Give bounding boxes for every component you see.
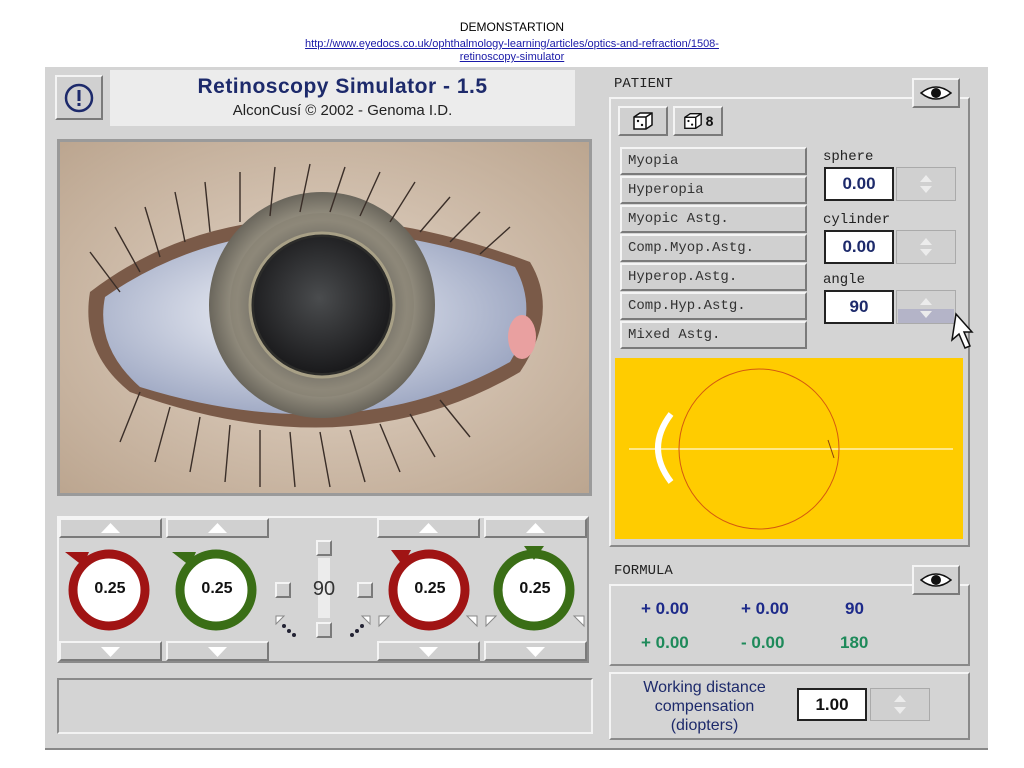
axis-value: 90 xyxy=(312,578,336,600)
app-title-panel: Retinoscopy Simulator - 1.5 AlconCusí © … xyxy=(110,70,575,126)
status-area xyxy=(57,678,593,734)
source-link-line-2[interactable]: retinoscopy-simulator xyxy=(0,51,1024,64)
up-down-arrows-icon xyxy=(920,238,932,256)
numbered-patient-button[interactable]: 8 xyxy=(673,106,723,136)
patient-number: 8 xyxy=(705,113,714,129)
lens3-up-button[interactable] xyxy=(377,518,480,538)
diagnosis-comp-hyp-astg[interactable]: Comp.Hyp.Astg. xyxy=(620,292,807,320)
dice-icon xyxy=(633,112,653,130)
triangle-down-icon xyxy=(208,647,227,657)
working-distance-label: Working distance compensation (diopters) xyxy=(643,679,766,734)
up-down-arrows-icon xyxy=(920,175,932,193)
triangle-down-icon xyxy=(419,647,438,657)
working-distance-stepper[interactable] xyxy=(870,688,930,721)
lens1-up-button[interactable] xyxy=(59,518,162,538)
exclamation-circle-icon xyxy=(64,83,94,112)
axis-right-button[interactable] xyxy=(357,582,373,598)
axis-left-button[interactable] xyxy=(275,582,291,598)
lens1-dial[interactable]: 0.25 xyxy=(59,540,162,640)
angle-label: angle xyxy=(823,272,866,288)
lens3-dial[interactable]: 0.25 xyxy=(377,540,480,640)
lens2-value: 0.25 xyxy=(201,580,233,597)
eye-diagram-drawing xyxy=(629,368,953,530)
sphere-label: sphere xyxy=(823,149,874,165)
lens4-dial[interactable]: 0.25 xyxy=(484,540,587,640)
demo-title: DEMONSTARTION xyxy=(459,20,565,34)
diagnosis-myopic-astg[interactable]: Myopic Astg. xyxy=(620,205,807,233)
working-distance-field[interactable]: 1.00 xyxy=(797,688,867,721)
lens4-up-button[interactable] xyxy=(484,518,587,538)
lens3-down-button[interactable] xyxy=(377,641,480,661)
lens2-down-button[interactable] xyxy=(166,641,269,661)
eye-diagram xyxy=(615,358,963,539)
axis-control: 90 xyxy=(272,540,376,640)
up-down-arrows-icon xyxy=(894,695,906,714)
eye-icon xyxy=(920,86,952,100)
triangle-up-icon xyxy=(101,523,120,533)
dice-icon xyxy=(683,113,702,129)
diagnosis-comp-myop-astg[interactable]: Comp.Myop.Astg. xyxy=(620,234,807,262)
cylinder-label: cylinder xyxy=(823,212,891,228)
cylinder-stepper[interactable] xyxy=(896,230,956,264)
axis-up-button[interactable] xyxy=(316,540,332,556)
app-title: Retinoscopy Simulator - 1.5 xyxy=(197,75,488,98)
patient-label: PATIENT xyxy=(614,76,673,92)
triangle-down-icon xyxy=(526,647,545,657)
rotate-right-icon[interactable] xyxy=(348,614,372,638)
lens1-value: 0.25 xyxy=(94,580,126,597)
angle-field[interactable]: 90 xyxy=(824,290,894,324)
formula-label: FORMULA xyxy=(614,563,673,579)
patient-show-button[interactable] xyxy=(912,78,960,108)
info-button[interactable] xyxy=(55,75,103,120)
lens2-up-button[interactable] xyxy=(166,518,269,538)
lens1-down-button[interactable] xyxy=(59,641,162,661)
diagnosis-myopia[interactable]: Myopia xyxy=(620,147,807,175)
diagnosis-hyperopia[interactable]: Hyperopia xyxy=(620,176,807,204)
random-patient-button[interactable] xyxy=(618,106,668,136)
lens4-down-button[interactable] xyxy=(484,641,587,661)
diagnosis-mixed-astg[interactable]: Mixed Astg. xyxy=(620,321,807,349)
cylinder-field[interactable]: 0.00 xyxy=(824,230,894,264)
triangle-up-icon xyxy=(208,523,227,533)
source-link[interactable]: http://www.eyedocs.co.uk/ophthalmology-l… xyxy=(0,38,1024,64)
formula-row1-axis: 90 xyxy=(845,599,864,618)
lens3-value: 0.25 xyxy=(414,580,446,597)
eye-view-frame xyxy=(57,139,592,496)
formula-row1-sphere: + 0.00 xyxy=(641,599,689,618)
lens2-dial[interactable]: 0.25 xyxy=(166,540,269,640)
formula-show-button[interactable] xyxy=(912,565,960,595)
triangle-up-icon xyxy=(419,523,438,533)
eye-icon xyxy=(920,573,952,587)
formula-row1-cylinder: + 0.00 xyxy=(741,599,789,618)
triangle-up-icon xyxy=(526,523,545,533)
formula-row2-axis: 180 xyxy=(840,633,869,652)
triangle-down-icon xyxy=(101,647,120,657)
diagnosis-hyperop-astg[interactable]: Hyperop.Astg. xyxy=(620,263,807,291)
app-subtitle: AlconCusí © 2002 - Genoma I.D. xyxy=(232,102,453,119)
sphere-stepper[interactable] xyxy=(896,167,956,201)
sphere-field[interactable]: 0.00 xyxy=(824,167,894,201)
lens4-value: 0.25 xyxy=(519,580,551,597)
eye-image[interactable] xyxy=(60,142,589,493)
source-link-line-1[interactable]: http://www.eyedocs.co.uk/ophthalmology-l… xyxy=(0,38,1024,51)
axis-down-button[interactable] xyxy=(316,622,332,638)
formula-row2-cylinder: - 0.00 xyxy=(741,633,785,652)
formula-panel xyxy=(609,584,970,666)
rotate-left-icon[interactable] xyxy=(274,614,298,638)
formula-row2-sphere: + 0.00 xyxy=(641,633,689,652)
mouse-cursor-icon xyxy=(950,312,974,349)
